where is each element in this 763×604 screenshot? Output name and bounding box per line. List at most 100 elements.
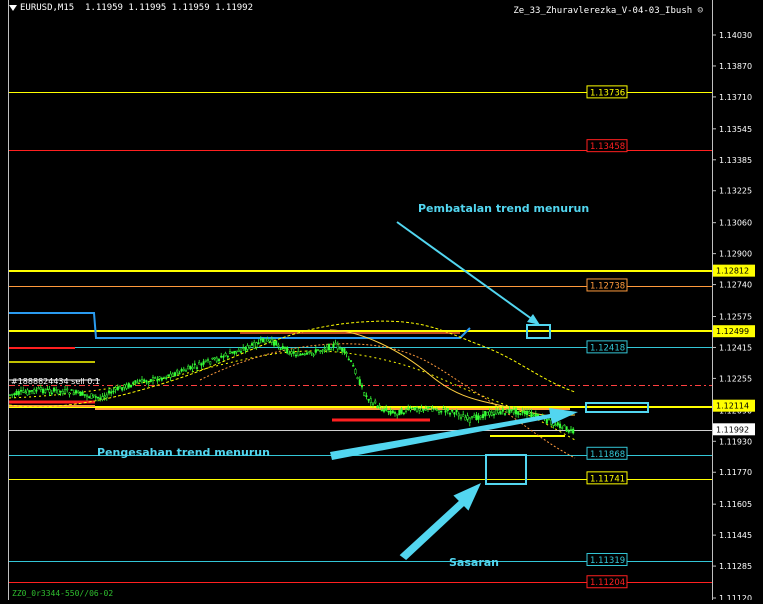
candle-body bbox=[442, 408, 445, 410]
candle-body bbox=[211, 357, 214, 360]
candle-body bbox=[481, 414, 485, 418]
candle-body bbox=[426, 406, 430, 409]
candle-body bbox=[378, 405, 381, 407]
candle-body bbox=[99, 397, 102, 400]
candle-body bbox=[545, 419, 548, 424]
candle-body bbox=[107, 390, 111, 394]
candle-body bbox=[503, 413, 507, 415]
candle-body bbox=[508, 409, 511, 414]
candle-body bbox=[567, 430, 570, 433]
price-tick-label: 1.12255 bbox=[719, 374, 752, 383]
candle-body bbox=[30, 390, 34, 392]
candle-body bbox=[231, 351, 234, 354]
candle-body bbox=[358, 379, 361, 386]
candle-body bbox=[352, 365, 355, 367]
candle-body bbox=[466, 415, 469, 420]
candle-body bbox=[217, 359, 221, 361]
candle-body bbox=[151, 376, 155, 381]
candle-body bbox=[314, 349, 317, 353]
candle-body bbox=[66, 388, 69, 391]
candle-body bbox=[281, 346, 284, 349]
candle-body bbox=[338, 348, 342, 350]
candle-body bbox=[336, 344, 339, 350]
candle-body bbox=[409, 408, 412, 411]
candle-body bbox=[464, 417, 467, 421]
candle-body bbox=[189, 365, 192, 370]
candle-body bbox=[79, 391, 82, 397]
candle-body bbox=[525, 410, 529, 416]
candle-body bbox=[226, 355, 229, 358]
candle-body bbox=[52, 387, 56, 392]
candle-body bbox=[178, 372, 181, 375]
candle-body bbox=[283, 347, 287, 349]
candle-body bbox=[514, 408, 518, 415]
candle-body bbox=[365, 395, 368, 397]
candle-body bbox=[48, 389, 51, 393]
candle-body bbox=[354, 369, 357, 374]
price-tick-label: 1.13225 bbox=[719, 187, 752, 196]
candle-body bbox=[312, 354, 315, 356]
level-label: 1.11868 bbox=[590, 450, 625, 460]
candle-body bbox=[275, 340, 278, 346]
candle-body bbox=[268, 339, 271, 342]
candle-body bbox=[561, 427, 564, 429]
candle-body bbox=[402, 412, 405, 415]
price-tick-label: 1.13710 bbox=[719, 93, 752, 102]
candle-body bbox=[160, 377, 163, 381]
price-tick-label: 1.13060 bbox=[719, 219, 752, 228]
candle-body bbox=[288, 353, 291, 355]
candle-body bbox=[129, 384, 133, 388]
candle-body bbox=[341, 347, 344, 352]
candle-body bbox=[204, 359, 207, 362]
candle-body bbox=[435, 409, 438, 411]
target-annotation: Sasaran bbox=[449, 556, 499, 569]
candle-body bbox=[424, 408, 427, 411]
candle-body bbox=[61, 391, 64, 395]
chart-window[interactable]: 1.13736 1.13458 1.12738 1.12418 1.11868 1.117… bbox=[0, 0, 763, 603]
candle-body bbox=[301, 353, 304, 356]
candle-body bbox=[44, 389, 47, 393]
candle-body bbox=[497, 409, 500, 413]
candle-body bbox=[400, 408, 403, 414]
dropdown-triangle-icon[interactable] bbox=[9, 4, 17, 11]
candle-body bbox=[453, 412, 456, 415]
candle-body bbox=[83, 394, 86, 396]
candle-body bbox=[501, 408, 504, 412]
candle-body bbox=[433, 408, 436, 411]
price-tick-label: 1.12415 bbox=[719, 343, 752, 352]
candle-body bbox=[475, 414, 478, 421]
candle-body bbox=[363, 392, 366, 396]
candle-body bbox=[343, 348, 346, 353]
candle-body bbox=[356, 377, 359, 379]
candle-body bbox=[387, 410, 390, 413]
candle-body bbox=[385, 407, 388, 411]
candle-body bbox=[316, 349, 320, 351]
price-chart[interactable]: 1.13736 1.13458 1.12738 1.12418 1.11868 1.117… bbox=[0, 0, 763, 603]
candle-body bbox=[369, 398, 372, 403]
candle-body bbox=[110, 391, 113, 394]
candle-body bbox=[477, 415, 480, 420]
price-tick-label: 1.12900 bbox=[719, 250, 752, 259]
candle-body bbox=[55, 389, 58, 391]
candle-body bbox=[554, 424, 557, 427]
candle-body bbox=[404, 409, 408, 412]
candle-body bbox=[24, 391, 27, 394]
candle-body bbox=[506, 409, 509, 413]
price-tick-label: 1.11770 bbox=[719, 468, 752, 477]
price-tick-label: 1.13545 bbox=[719, 125, 752, 134]
candle-body bbox=[446, 408, 449, 411]
candle-body bbox=[523, 411, 526, 414]
candle-body bbox=[470, 416, 474, 418]
candle-body bbox=[490, 411, 493, 416]
candle-body bbox=[257, 342, 260, 345]
candle-body bbox=[253, 342, 256, 349]
candle-body bbox=[297, 351, 300, 357]
candle-body bbox=[411, 407, 414, 410]
candle-body bbox=[145, 380, 148, 383]
candle-body bbox=[239, 351, 243, 353]
candle-body bbox=[468, 417, 471, 423]
candle-body bbox=[202, 361, 205, 365]
candle-body bbox=[57, 389, 60, 395]
candle-body bbox=[261, 337, 265, 343]
level-label: 1.13736 bbox=[590, 88, 625, 98]
